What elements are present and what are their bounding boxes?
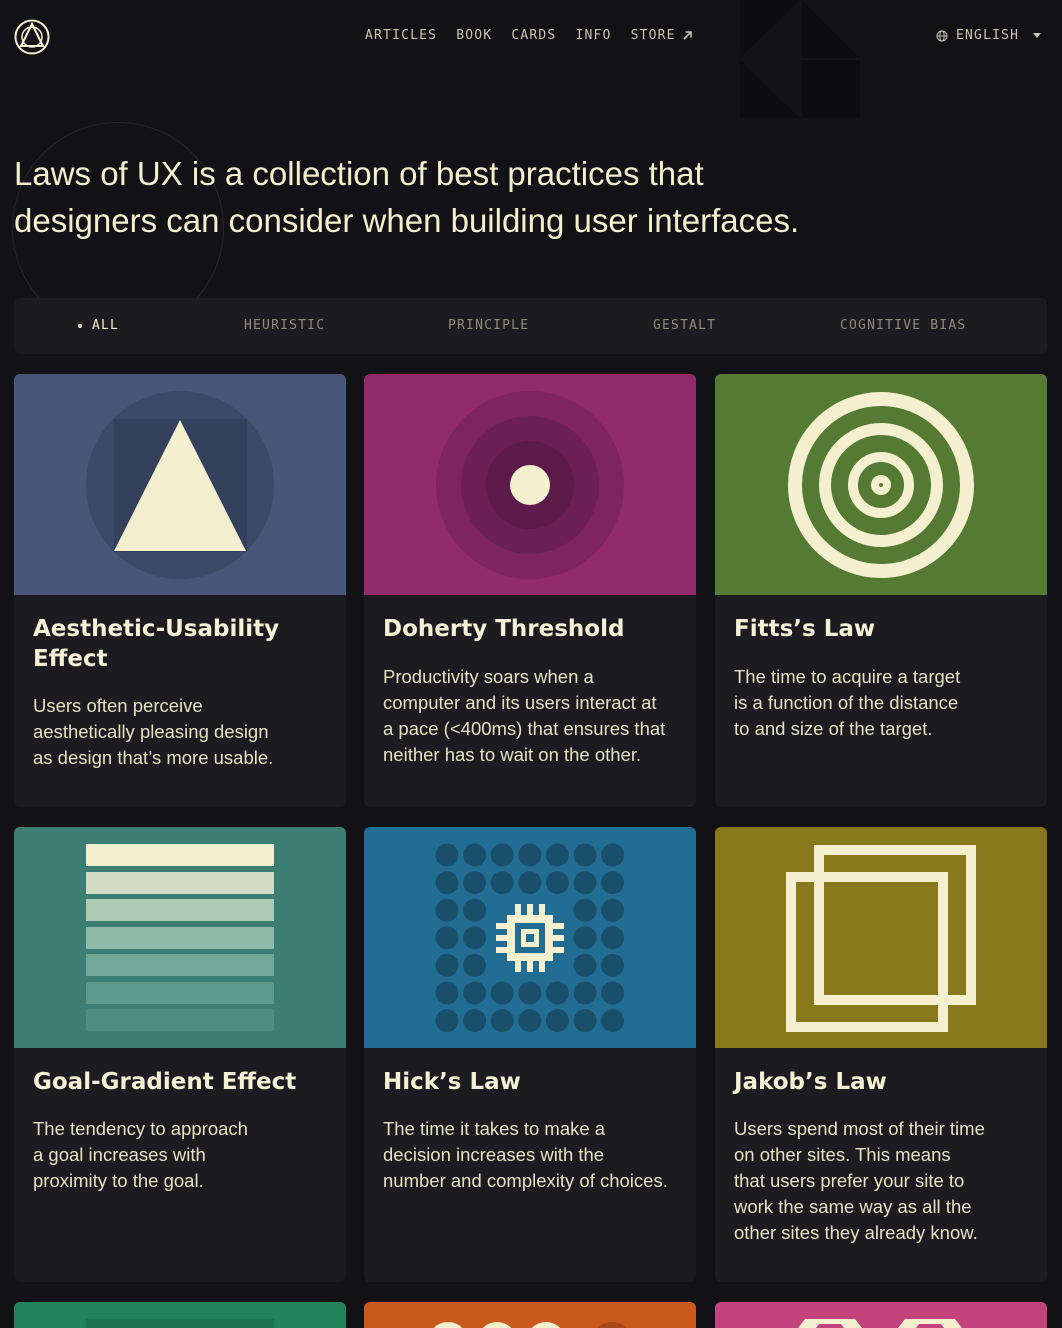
language-selector[interactable]: ENGLISH xyxy=(936,28,1042,43)
arrow-up-right-icon xyxy=(683,31,692,40)
desc-line: number and complexity of choices. xyxy=(383,1170,668,1191)
language-label: ENGLISH xyxy=(956,28,1020,43)
card-description: The tendency to approach a goal increase… xyxy=(33,1116,333,1194)
category-filter-bar: ALL HEURISTIC PRINCIPLE GESTALT COGNITIV… xyxy=(14,298,1047,354)
site-header: ARTICLES BOOK CARDS INFO STORE ENGLISH xyxy=(0,0,1062,76)
card-title: Hick’s Law xyxy=(383,1069,521,1095)
filter-all-label: ALL xyxy=(92,318,120,333)
desc-line: as design that’s more usable. xyxy=(33,747,274,768)
card-illustration xyxy=(364,827,696,1048)
law-card-fitts-law[interactable]: Fitts’s Law The time to acquire a target… xyxy=(715,374,1047,807)
triangle-in-circle-icon xyxy=(86,391,274,579)
desc-line: other sites they already know. xyxy=(734,1222,978,1243)
card-illustration xyxy=(715,827,1047,1048)
hero-line-2: designers can consider when building use… xyxy=(14,202,800,239)
desc-line: that users prefer your site to xyxy=(734,1170,965,1191)
concentric-target-dot-icon xyxy=(436,391,624,579)
filter-gestalt[interactable]: GESTALT xyxy=(653,318,716,333)
overlapping-squares-icon xyxy=(786,845,976,1032)
law-card-jakobs-law[interactable]: Jakob’s Law Users spend most of their ti… xyxy=(715,827,1047,1282)
desc-line: on other sites. This means xyxy=(734,1144,951,1165)
card-illustration xyxy=(14,374,346,595)
cpu-chip-icon xyxy=(496,904,564,972)
card-description: The time to acquire a target is a functi… xyxy=(734,664,1034,742)
card-title: Aesthetic-Usability Effect xyxy=(33,616,280,672)
desc-line: The tendency to approach xyxy=(33,1118,248,1139)
desc-line: Users spend most of their time xyxy=(734,1118,985,1139)
card-title: Doherty Threshold xyxy=(383,616,625,642)
law-card-hicks-law[interactable]: Hick’s Law The time it takes to make a d… xyxy=(364,827,696,1282)
card-illustration xyxy=(86,1319,274,1328)
laws-of-ux-logo-icon[interactable] xyxy=(14,19,50,55)
card-illustration xyxy=(798,1319,962,1328)
card-illustration xyxy=(364,374,696,595)
desc-line: a pace (<400ms) that ensures that xyxy=(383,718,666,739)
desc-line: decision increases with the xyxy=(383,1144,605,1165)
card-description: The time it takes to make a decision inc… xyxy=(383,1116,688,1194)
law-card-aesthetic-usability[interactable]: Aesthetic-Usability Effect Users often p… xyxy=(14,374,346,807)
nav-articles[interactable]: ARTICLES xyxy=(365,28,437,43)
filter-all[interactable]: ALL xyxy=(78,318,119,333)
main-nav: ARTICLES BOOK CARDS INFO STORE xyxy=(365,28,712,43)
card-illustration xyxy=(14,827,346,1048)
card-title: Goal-Gradient Effect xyxy=(33,1069,297,1095)
card-description: Users spend most of their time on other … xyxy=(734,1116,1034,1246)
desc-line: The time it takes to make a xyxy=(383,1118,606,1139)
card-description: Users often perceive aesthetically pleas… xyxy=(33,693,333,771)
filter-cognitive-bias[interactable]: COGNITIVE BIAS xyxy=(840,318,966,333)
law-card-goal-gradient[interactable]: Goal-Gradient Effect The tendency to app… xyxy=(14,827,346,1282)
hero-heading: Laws of UX is a collection of best pract… xyxy=(14,150,874,244)
law-card-partial-2[interactable] xyxy=(364,1302,696,1328)
desc-line: neither has to wait on the other. xyxy=(383,744,642,765)
desc-line: The time to acquire a target xyxy=(734,666,961,687)
law-card-doherty-threshold[interactable]: Doherty Threshold Productivity soars whe… xyxy=(364,374,696,807)
nav-cards[interactable]: CARDS xyxy=(511,28,556,43)
card-title: Jakob’s Law xyxy=(734,1069,887,1095)
chip-in-dot-grid-icon xyxy=(435,843,625,1033)
nav-book[interactable]: BOOK xyxy=(456,28,492,43)
law-card-partial-1[interactable] xyxy=(14,1302,346,1328)
desc-line: computer and its users interact at xyxy=(383,692,657,713)
filter-principle[interactable]: PRINCIPLE xyxy=(448,318,529,333)
desc-line: to and size of the target. xyxy=(734,718,933,739)
hero-line-1: Laws of UX is a collection of best pract… xyxy=(14,155,704,192)
desc-line: is a function of the distance xyxy=(734,692,959,713)
bullseye-target-icon xyxy=(788,392,974,578)
card-description: Productivity soars when a computer and i… xyxy=(383,664,688,768)
desc-line: work the same way as all the xyxy=(734,1196,972,1217)
active-dot-icon xyxy=(78,323,82,328)
card-illustration xyxy=(715,374,1047,595)
desc-line: Productivity soars when a xyxy=(383,666,594,687)
desc-line: Users often perceive xyxy=(33,695,203,716)
nav-store[interactable]: STORE xyxy=(631,28,693,43)
desc-line: a goal increases with xyxy=(33,1144,206,1165)
filter-heuristic[interactable]: HEURISTIC xyxy=(244,318,325,333)
globe-icon xyxy=(936,30,948,42)
card-title: Fitts’s Law xyxy=(734,616,876,642)
chevron-down-icon xyxy=(1033,30,1042,41)
nav-store-label: STORE xyxy=(630,28,676,43)
desc-line: proximity to the goal. xyxy=(33,1170,204,1191)
card-illustration xyxy=(433,1322,627,1328)
desc-line: aesthetically pleasing design xyxy=(33,721,269,742)
gradient-bars-icon xyxy=(86,844,274,1031)
law-card-partial-3[interactable] xyxy=(715,1302,1047,1328)
nav-info[interactable]: INFO xyxy=(575,28,611,43)
